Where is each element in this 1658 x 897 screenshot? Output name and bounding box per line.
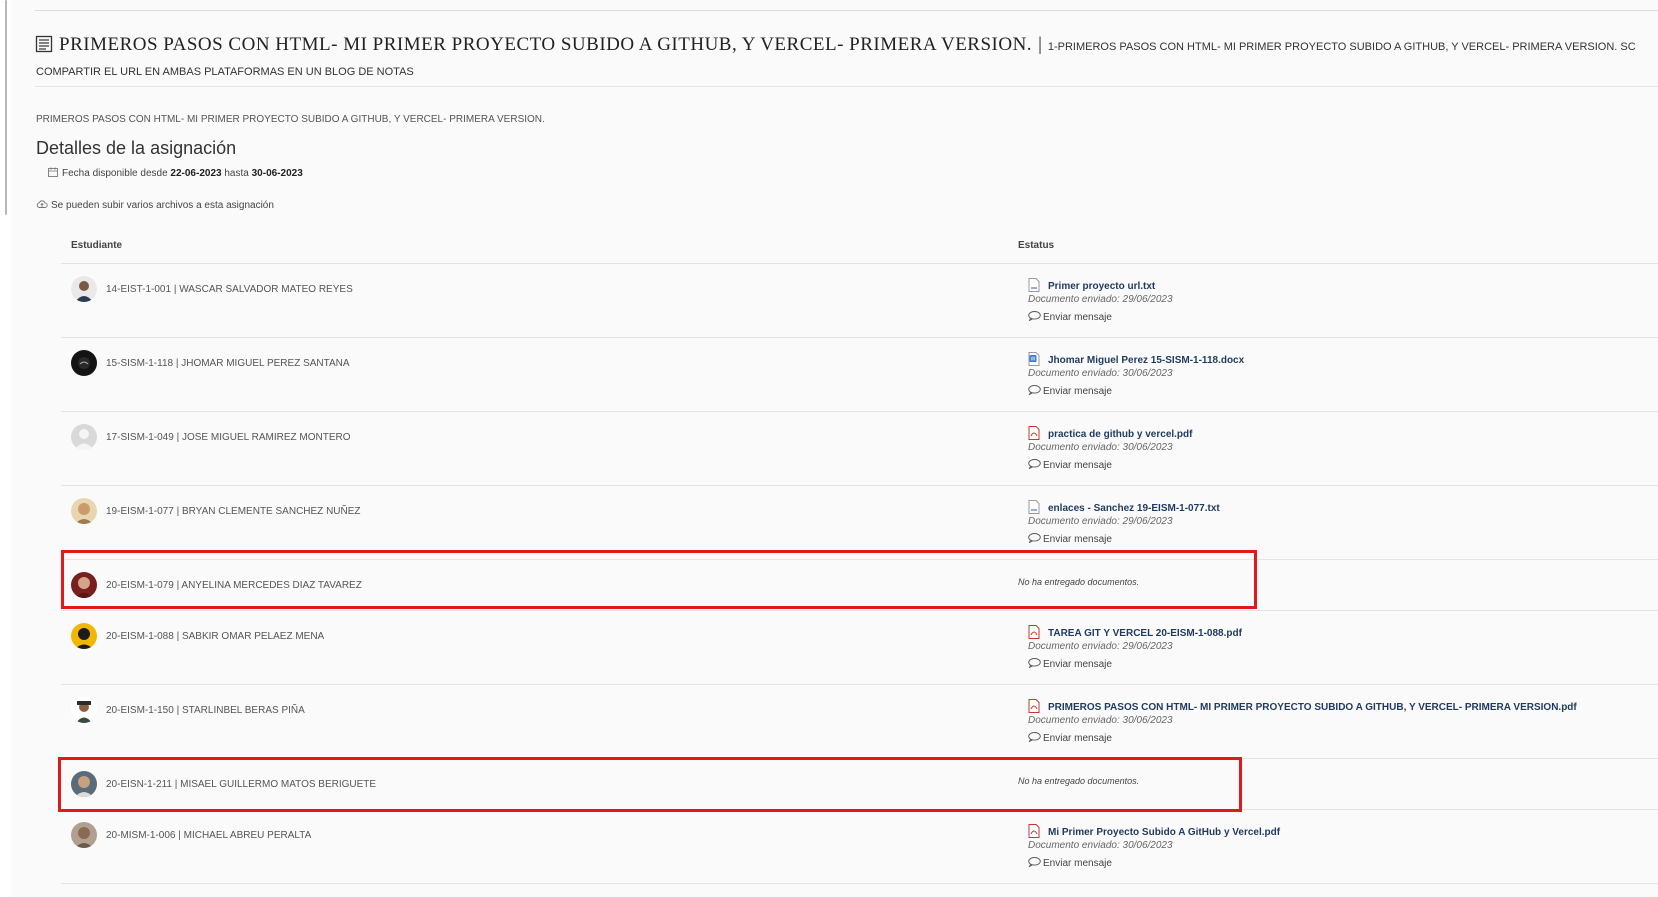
send-message-link[interactable]: Enviar mensaje (1028, 857, 1280, 870)
date-from: 22-06-2023 (170, 168, 222, 179)
table-row: 19-EISM-1-077 | BRYAN CLEMENTE SANCHEZ N… (61, 486, 1658, 560)
upload-note-text: Se pueden subir varios archivos a esta a… (51, 200, 274, 211)
no-submission-status: No ha entregado documentos. (1018, 577, 1140, 587)
avatar (71, 498, 97, 524)
submission-status: PRIMEROS PASOS CON HTML- MI PRIMER PROYE… (1028, 697, 1577, 745)
sent-date: Documento enviado: 29/06/2023 (1028, 294, 1173, 305)
avatar (71, 572, 97, 598)
avatar (71, 822, 97, 848)
send-message-link[interactable]: Enviar mensaje (1028, 732, 1577, 745)
file-link[interactable]: Jhomar Miguel Perez 15-SISM-1-118.docx (1048, 355, 1244, 366)
student-name: 17-SISM-1-049 | JOSE MIGUEL RAMIREZ MONT… (106, 432, 351, 443)
student-name: 15-SISM-1-118 | JHOMAR MIGUEL PEREZ SANT… (106, 358, 350, 369)
table-row: 20-EISM-1-079 | ANYELINA MERCEDES DIAZ T… (61, 560, 1658, 611)
date-to: 30-06-2023 (251, 168, 303, 179)
send-message-link[interactable]: Enviar mensaje (1028, 311, 1173, 324)
table-row: 20-EISM-1-088 | SABKIR OMAR PELAEZ MENA … (61, 611, 1658, 685)
file-link[interactable]: Mi Primer Proyecto Subido A GitHub y Ver… (1048, 827, 1280, 838)
send-message-label[interactable]: Enviar mensaje (1043, 386, 1112, 397)
file-link[interactable]: TAREA GIT Y VERCEL 20-EISM-1-088.pdf (1048, 628, 1242, 639)
send-message-link[interactable]: Enviar mensaje (1028, 385, 1244, 398)
avatar (71, 350, 97, 376)
chat-bubble-icon (1028, 311, 1041, 324)
avatar (71, 697, 97, 723)
send-message-label[interactable]: Enviar mensaje (1043, 858, 1112, 869)
availability-dates: Fecha disponible desde 22-06-2023 hasta … (48, 167, 303, 180)
file-link[interactable]: practica de github y vercel.pdf (1048, 429, 1192, 440)
send-message-link[interactable]: Enviar mensaje (1028, 459, 1192, 472)
submission-status: practica de github y vercel.pdf Document… (1028, 424, 1192, 472)
student-name: 20-EISM-1-088 | SABKIR OMAR PELAEZ MENA (106, 631, 325, 642)
avatar (71, 276, 97, 302)
table-row: 20-MISM-1-006 | MICHAEL ABREU PERALTA Mi… (61, 810, 1658, 884)
send-message-link[interactable]: Enviar mensaje (1028, 658, 1242, 671)
chat-bubble-icon (1028, 732, 1041, 745)
no-submission-status: No ha entregado documentos. (1018, 776, 1140, 786)
student-name: 20-EISM-1-079 | ANYELINA MERCEDES DIAZ T… (106, 580, 362, 591)
sent-date: Documento enviado: 30/06/2023 (1028, 368, 1173, 379)
scrollbar[interactable] (5, 0, 7, 215)
file-link[interactable]: PRIMEROS PASOS CON HTML- MI PRIMER PROYE… (1048, 702, 1577, 713)
table-row: 15-SISM-1-118 | JHOMAR MIGUEL PEREZ SANT… (61, 338, 1658, 412)
student-name: 20-EISM-1-150 | STARLINBEL BERAS PIÑA (106, 705, 305, 716)
sent-date: Documento enviado: 30/06/2023 (1028, 840, 1173, 851)
document-icon (35, 35, 53, 58)
file-link[interactable]: enlaces - Sanchez 19-EISM-1-077.txt (1048, 503, 1220, 514)
send-message-label[interactable]: Enviar mensaje (1043, 659, 1112, 670)
title-continuation: COMPARTIR EL URL EN AMBAS PLATAFORMAS EN… (36, 66, 414, 78)
cloud-upload-icon (36, 199, 48, 212)
send-message-label[interactable]: Enviar mensaje (1043, 733, 1112, 744)
file-link[interactable]: Primer proyecto url.txt (1048, 281, 1155, 292)
divider (35, 86, 1658, 87)
avatar (71, 424, 97, 450)
submission-status: enlaces - Sanchez 19-EISM-1-077.txt Docu… (1028, 498, 1220, 546)
chat-bubble-icon (1028, 459, 1041, 472)
assignment-description: PRIMEROS PASOS CON HTML- MI PRIMER PROYE… (36, 114, 545, 125)
divider (35, 10, 1658, 11)
student-name: 14-EIST-1-001 | WASCAR SALVADOR MATEO RE… (106, 284, 353, 295)
chat-bubble-icon (1028, 385, 1041, 398)
title-separator: | (1038, 34, 1042, 55)
table-row: 20-EISM-1-150 | STARLINBEL BERAS PIÑA PR… (61, 685, 1658, 759)
table-row: 14-EIST-1-001 | WASCAR SALVADOR MATEO RE… (61, 264, 1658, 338)
upload-note: Se pueden subir varios archivos a esta a… (36, 199, 274, 212)
table-header: Estudiante Estatus (61, 228, 1658, 264)
header-student: Estudiante (71, 240, 123, 251)
sent-date: Documento enviado: 29/06/2023 (1028, 641, 1173, 652)
title-main: PRIMEROS PASOS CON HTML- MI PRIMER PROYE… (59, 34, 1033, 55)
chat-bubble-icon (1028, 658, 1041, 671)
sent-date: Documento enviado: 30/06/2023 (1028, 442, 1173, 453)
chat-bubble-icon (1028, 857, 1041, 870)
calendar-icon (48, 167, 58, 180)
sent-date: Documento enviado: 30/06/2023 (1028, 715, 1173, 726)
student-name: 19-EISM-1-077 | BRYAN CLEMENTE SANCHEZ N… (106, 506, 361, 517)
table-row: 20-EISN-1-211 | MISAEL GUILLERMO MATOS B… (61, 759, 1658, 810)
submission-status: W Jhomar Miguel Perez 15-SISM-1-118.docx … (1028, 350, 1244, 398)
send-message-label[interactable]: Enviar mensaje (1043, 534, 1112, 545)
submission-status: Mi Primer Proyecto Subido A GitHub y Ver… (1028, 822, 1280, 870)
submission-status: Primer proyecto url.txt Documento enviad… (1028, 276, 1173, 324)
send-message-link[interactable]: Enviar mensaje (1028, 533, 1220, 546)
avatar (71, 771, 97, 797)
send-message-label[interactable]: Enviar mensaje (1043, 312, 1112, 323)
title-subtitle: 1-PRIMEROS PASOS CON HTML- MI PRIMER PRO… (1047, 41, 1636, 53)
chat-bubble-icon (1028, 533, 1041, 546)
student-name: 20-EISN-1-211 | MISAEL GUILLERMO MATOS B… (106, 779, 377, 790)
table-row: 17-SISM-1-049 | JOSE MIGUEL RAMIREZ MONT… (61, 412, 1658, 486)
header-status: Estatus (1018, 240, 1055, 251)
submission-status: TAREA GIT Y VERCEL 20-EISM-1-088.pdf Doc… (1028, 623, 1242, 671)
sent-date: Documento enviado: 29/06/2023 (1028, 516, 1173, 527)
details-heading: Detalles de la asignación (36, 138, 237, 158)
student-name: 20-MISM-1-006 | MICHAEL ABREU PERALTA (106, 830, 312, 841)
date-middle: hasta (224, 168, 249, 179)
assignment-title: PRIMEROS PASOS CON HTML- MI PRIMER PROYE… (35, 34, 1636, 58)
avatar (71, 623, 97, 649)
svg-text:W: W (1031, 357, 1036, 363)
date-prefix: Fecha disponible desde (62, 168, 168, 179)
submissions-table: Estudiante Estatus 14-EIST-1-001 | WASCA… (61, 228, 1658, 884)
send-message-label[interactable]: Enviar mensaje (1043, 460, 1112, 471)
